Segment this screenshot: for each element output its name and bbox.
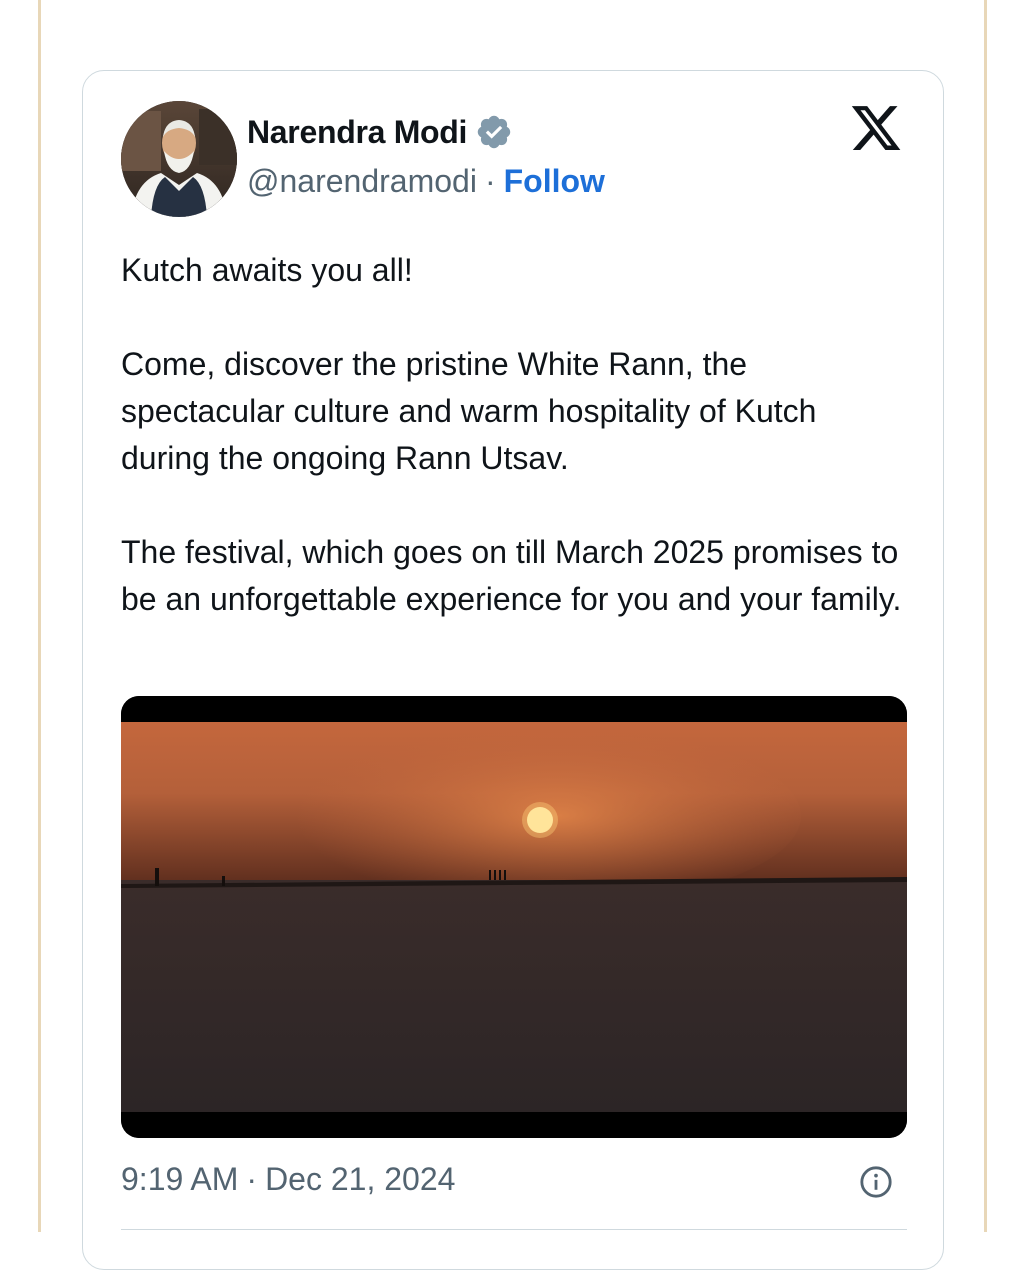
info-icon[interactable]	[859, 1165, 893, 1199]
timestamp-separator: ·	[246, 1161, 258, 1197]
avatar[interactable]	[121, 101, 237, 217]
author-row: Narendra Modi	[247, 113, 513, 151]
verified-badge-icon	[477, 115, 511, 149]
timestamp[interactable]: 9:19 AM · Dec 21, 2024	[121, 1161, 455, 1198]
page-frame-right	[984, 0, 987, 1232]
tweet-text: Kutch awaits you all! Come, discover the…	[121, 247, 911, 670]
sunset-image	[121, 696, 907, 1138]
author-name[interactable]: Narendra Modi	[247, 114, 467, 151]
avatar-image	[121, 101, 237, 217]
x-logo-icon[interactable]	[849, 101, 903, 155]
page-frame-left	[38, 0, 41, 1232]
tweet-paragraph: Kutch awaits you all!	[121, 252, 413, 288]
separator-dot: ·	[484, 163, 496, 199]
handle-row: @narendramodi · Follow	[247, 163, 605, 200]
tweet-paragraph: The festival, which goes on till March 2…	[121, 534, 902, 617]
tweet-media-video[interactable]	[121, 696, 907, 1138]
divider	[121, 1229, 907, 1230]
tweet-date: Dec 21, 2024	[265, 1161, 456, 1197]
tweet-paragraph: Come, discover the pristine White Rann, …	[121, 346, 817, 476]
follow-button[interactable]: Follow	[504, 163, 605, 200]
tweet-card: Narendra Modi @narendramodi · Follow Kut…	[82, 70, 944, 1270]
tweet-time: 9:19 AM	[121, 1161, 239, 1197]
author-handle[interactable]: @narendramodi	[247, 163, 477, 200]
